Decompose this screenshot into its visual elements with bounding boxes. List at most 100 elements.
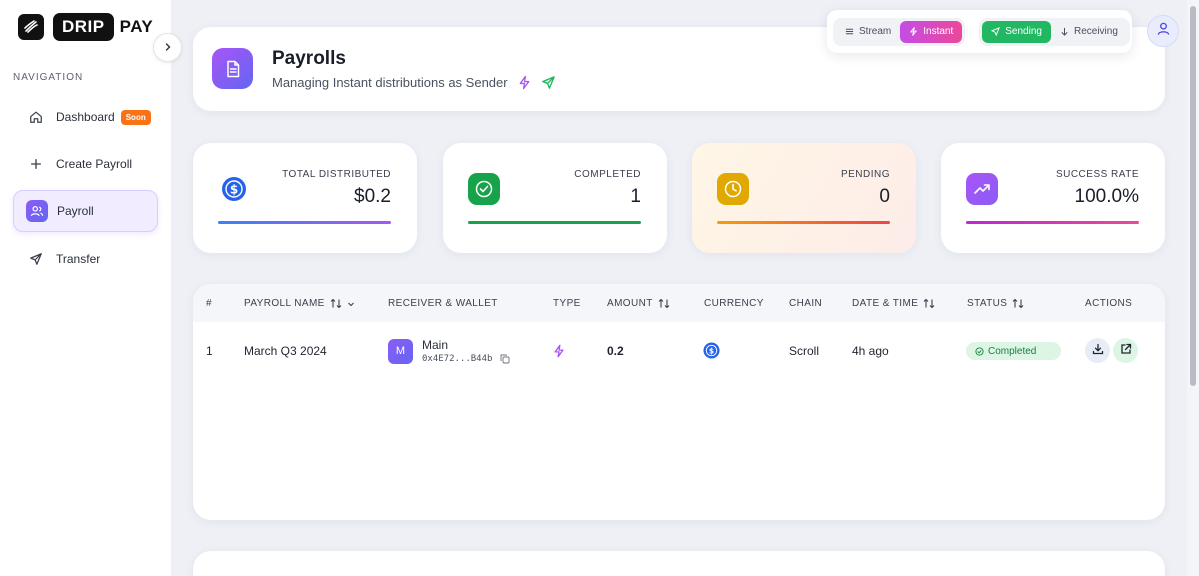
page-scrollbar[interactable] [1187,0,1199,576]
clock-icon [717,173,749,205]
date-time-value: 4h ago [852,344,889,358]
wallet-line: 0x4E72...B44b [422,354,510,364]
secondary-panel [193,551,1165,576]
column-header-amount[interactable]: AMOUNT [607,298,670,309]
status-text: Completed [988,345,1037,357]
stat-label: TOTAL DISTRIBUTED [282,169,391,180]
sidebar-item-label: Transfer [56,252,101,266]
nav-section-title: NAVIGATION [13,72,84,83]
send-icon [25,248,47,270]
column-header-payroll-name[interactable]: PAYROLL NAME [244,298,355,309]
copy-icon[interactable] [500,354,510,364]
users-icon [26,200,48,222]
column-header-currency: CURRENCY [704,298,764,309]
column-header-status[interactable]: STATUS [967,298,1024,309]
home-icon [25,106,47,128]
sort-icon[interactable] [330,298,342,309]
bolt-icon [517,75,532,90]
sidebar-item-create-payroll[interactable]: Create Payroll [13,143,158,185]
stat-value: 0 [879,186,890,207]
column-header-type: TYPE [553,298,581,309]
check-circle-icon [975,346,984,356]
instant-toggle-button[interactable]: Instant [900,20,963,43]
sidebar-toggle-button[interactable] [153,33,182,62]
plus-icon [25,153,47,175]
chain-value: Scroll [789,344,820,358]
send-icon [541,75,556,90]
brand-drip: DRIP [53,13,114,41]
brand-logo[interactable]: DRIP PAY [18,13,153,41]
stat-bar [218,221,391,224]
row-index: 1 [206,344,213,358]
column-header-actions: ACTIONS [1085,298,1133,309]
bolt-icon [909,27,918,36]
svg-text:$: $ [230,183,238,197]
stat-bar [468,221,641,224]
sidebar-item-label: Payroll [57,204,94,218]
column-header-chain: CHAIN [789,298,823,309]
payroll-name: March Q3 2024 [244,344,327,358]
stat-label: COMPLETED [574,169,641,180]
stream-toggle-button[interactable]: Stream [836,21,900,43]
svg-text:$: $ [709,346,714,355]
drip-logo-icon [18,14,44,40]
stat-card-pending: PENDING 0 [692,143,916,253]
document-icon [212,48,253,89]
sort-icon[interactable] [658,298,670,309]
scrollbar-thumb[interactable] [1190,6,1196,386]
download-icon [1092,342,1104,360]
external-link-icon [1120,342,1132,360]
distribution-type-toggle: Stream Instant [833,17,966,46]
arrow-down-icon [1060,27,1069,36]
payroll-table: # PAYROLL NAME RECEIVER & WALLET TYPE AM… [193,284,1165,520]
brand-pay: PAY [119,17,154,36]
amount-value: 0.2 [607,344,624,358]
sidebar-item-dashboard[interactable]: Dashboard Soon [13,96,158,138]
open-external-button[interactable] [1113,338,1138,363]
chevron-right-icon [163,39,173,57]
chevron-down-icon[interactable] [347,300,355,308]
stat-card-success-rate: SUCCESS RATE 100.0% [941,143,1165,253]
send-icon [991,27,1001,36]
sending-toggle-button[interactable]: Sending [982,20,1051,43]
sort-icon[interactable] [1012,298,1024,309]
receiving-toggle-button[interactable]: Receiving [1051,21,1127,43]
stat-label: PENDING [840,169,890,180]
status-badge: Completed [966,342,1061,360]
page-title: Payrolls [272,48,346,69]
receiver-avatar: M [388,338,413,364]
column-header-index: # [206,298,212,309]
sidebar-item-payroll[interactable]: Payroll [13,190,158,232]
mode-switcher: Stream Instant Sending Receiving [827,10,1132,53]
stat-card-completed: COMPLETED 1 [443,143,667,253]
download-button[interactable] [1085,338,1110,363]
soon-badge: Soon [120,109,151,125]
stat-label: SUCCESS RATE [1055,169,1139,180]
sort-icon[interactable] [923,298,935,309]
page-subtitle-text: Managing Instant distributions as Sender [272,75,508,90]
stat-value: $0.2 [354,186,391,207]
bolt-icon [552,344,566,358]
user-icon [1156,21,1171,41]
instant-toggle-label: Instant [923,26,954,37]
stream-toggle-label: Stream [859,26,892,37]
sending-toggle-label: Sending [1005,26,1042,37]
receiving-toggle-label: Receiving [1073,26,1118,37]
receiver-cell: M Main 0x4E72...B44b [388,338,510,364]
trend-up-icon [966,173,998,205]
sidebar: DRIP PAY NAVIGATION Dashboard Soon Creat… [0,0,172,576]
user-avatar-button[interactable] [1147,15,1179,47]
column-header-date-time[interactable]: DATE & TIME [852,298,935,309]
wallet-address: 0x4E72...B44b [422,354,493,364]
stat-bar [717,221,890,224]
usdc-icon: $ [703,342,720,359]
dollar-coin-icon: $ [218,173,250,205]
sidebar-item-label: Create Payroll [56,157,133,171]
stat-value: 100.0% [1074,186,1139,207]
stat-bar [966,221,1139,224]
sidebar-item-label: Dashboard [56,110,115,124]
stat-value: 1 [630,186,641,207]
sidebar-item-transfer[interactable]: Transfer [13,238,158,280]
column-header-receiver: RECEIVER & WALLET [388,298,498,309]
check-circle-icon [468,173,500,205]
